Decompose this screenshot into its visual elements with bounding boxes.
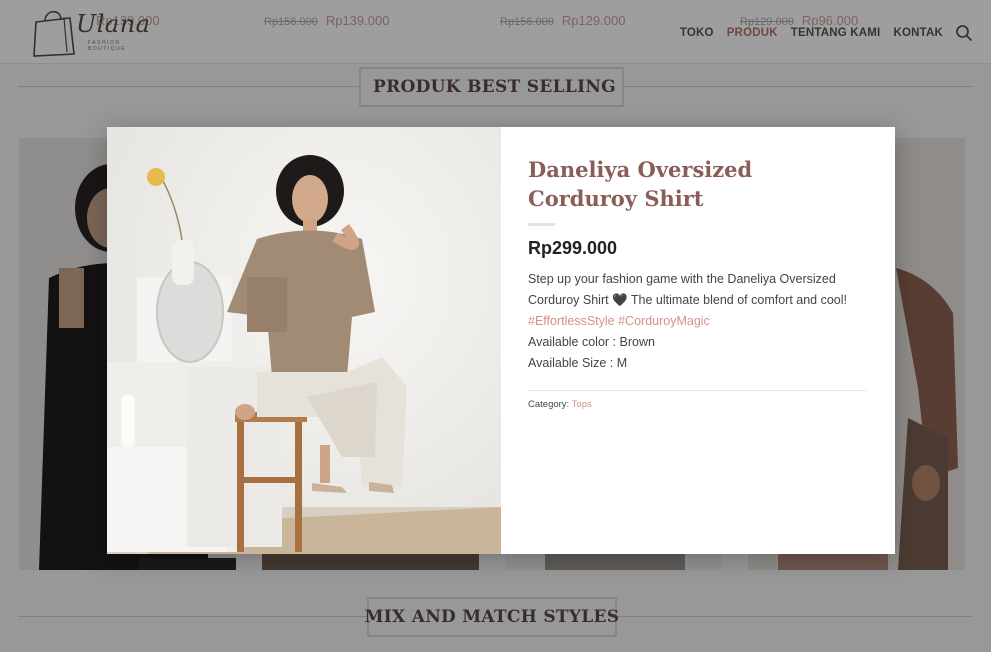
product-category: Category: Tops xyxy=(528,399,868,410)
hashtag-link[interactable]: #EffortlessStyle xyxy=(528,314,615,328)
product-details: Daneliya Oversized Corduroy Shirt Rp299.… xyxy=(528,155,868,410)
black-heart-icon: 🖤 xyxy=(612,293,628,307)
product-price: Rp299.000 xyxy=(528,238,618,258)
product-title: Daneliya Oversized Corduroy Shirt xyxy=(528,157,753,211)
title-divider xyxy=(528,223,555,226)
details-separator xyxy=(528,390,867,391)
description-text: The ultimate blend of comfort and cool! xyxy=(630,293,847,307)
product-description: Step up your fashion game with the Danel… xyxy=(528,269,868,374)
quick-view-modal: Daneliya Oversized Corduroy Shirt Rp299.… xyxy=(107,127,895,554)
product-photo xyxy=(107,127,501,554)
hashtag-link[interactable]: #CorduroyMagic xyxy=(618,314,710,328)
available-color: Available color : Brown xyxy=(528,335,655,349)
category-label: Category: xyxy=(528,399,570,410)
available-size: Available Size : M xyxy=(528,356,628,370)
product-image xyxy=(107,127,501,554)
category-link[interactable]: Tops xyxy=(572,399,592,410)
